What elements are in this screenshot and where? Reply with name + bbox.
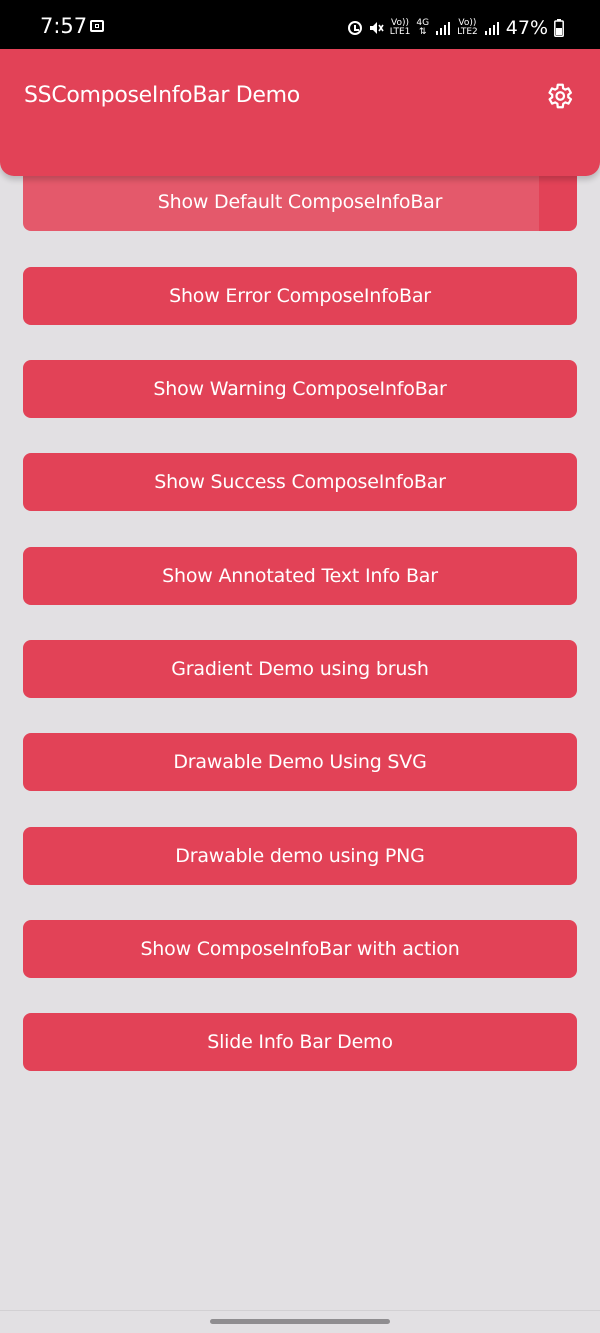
network-2-label: Vo)) LTE2 xyxy=(457,19,478,37)
mute-icon xyxy=(368,20,384,36)
slide-info-bar-button[interactable]: Slide Info Bar Demo xyxy=(23,1013,577,1071)
data-arrows-icon: ⇅ xyxy=(418,27,427,37)
signal-icon-2 xyxy=(484,20,500,36)
status-bar: 7:57 Vo)) LTE1 4G ⇅ Vo)) LTE2 47% xyxy=(0,0,600,56)
navigation-bar xyxy=(0,1310,600,1333)
drawable-png-button[interactable]: Drawable demo using PNG xyxy=(23,827,577,885)
app-title: SSComposeInfoBar Demo xyxy=(24,83,300,108)
show-success-button[interactable]: Show Success ComposeInfoBar xyxy=(23,453,577,511)
gear-icon[interactable] xyxy=(544,81,574,111)
network-type: 4G ⇅ xyxy=(416,19,429,37)
app-bar: SSComposeInfoBar Demo xyxy=(0,49,600,176)
gradient-demo-button[interactable]: Gradient Demo using brush xyxy=(23,640,577,698)
network-2-bottom: LTE2 xyxy=(457,27,478,37)
show-annotated-text-button[interactable]: Show Annotated Text Info Bar xyxy=(23,547,577,605)
alarm-icon xyxy=(347,21,362,35)
status-icons: Vo)) LTE1 4G ⇅ Vo)) LTE2 47% xyxy=(347,14,564,42)
home-gesture-handle[interactable] xyxy=(210,1319,390,1324)
show-default-button[interactable]: Show Default ComposeInfoBar xyxy=(23,173,577,231)
network-1-bottom: LTE1 xyxy=(389,27,411,37)
signal-icon xyxy=(435,20,451,36)
battery-icon xyxy=(554,19,564,37)
network-1-label: Vo)) LTE1 xyxy=(390,19,411,37)
battery-percent: 47% xyxy=(505,17,548,39)
drawable-svg-button[interactable]: Drawable Demo Using SVG xyxy=(23,733,577,791)
screencast-icon xyxy=(90,20,104,32)
show-with-action-button[interactable]: Show ComposeInfoBar with action xyxy=(23,920,577,978)
show-error-button[interactable]: Show Error ComposeInfoBar xyxy=(23,267,577,325)
show-warning-button[interactable]: Show Warning ComposeInfoBar xyxy=(23,360,577,418)
status-time: 7:57 xyxy=(40,14,88,38)
